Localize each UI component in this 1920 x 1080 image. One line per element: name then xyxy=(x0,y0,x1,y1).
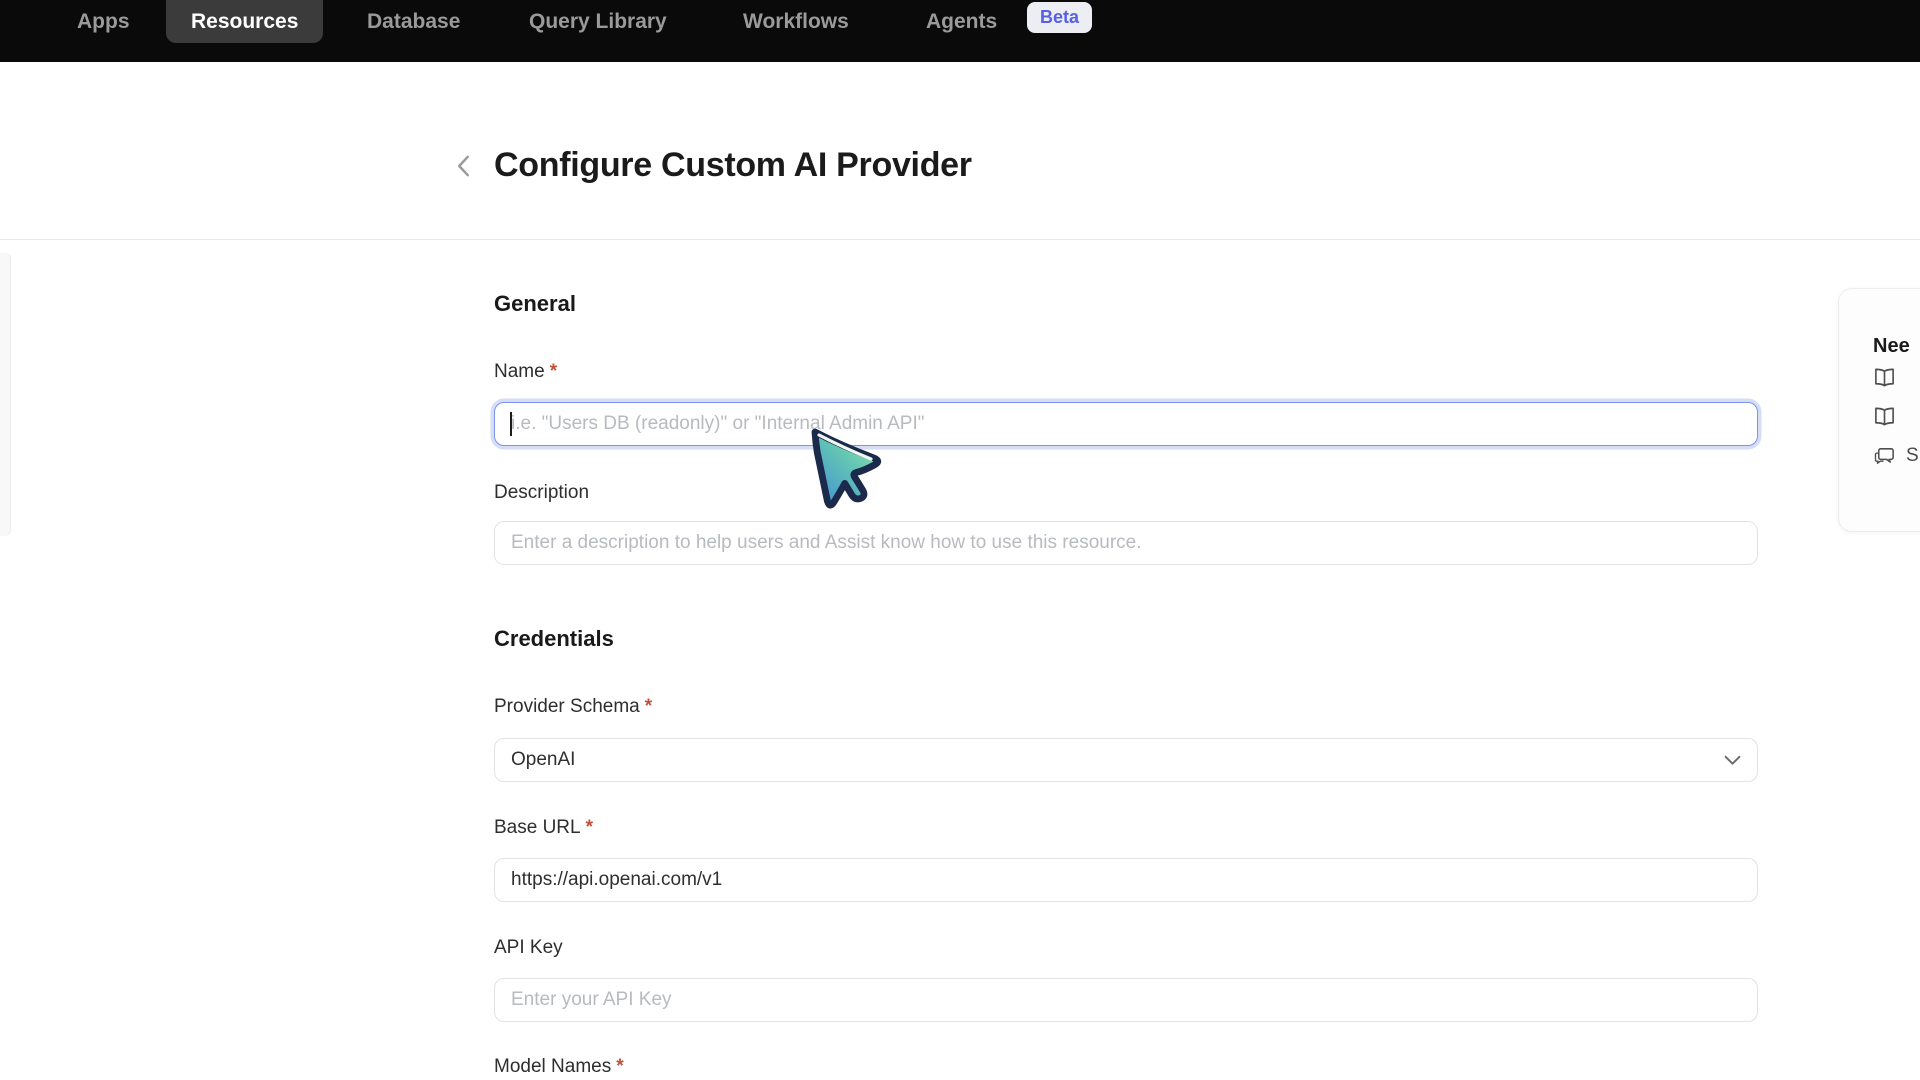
chevron-down-icon xyxy=(1724,755,1741,766)
page-title: Configure Custom AI Provider xyxy=(494,146,972,185)
model-names-field-label: Model Names* xyxy=(494,1056,624,1078)
beta-badge: Beta xyxy=(1027,2,1092,33)
base-url-field-label: Base URL* xyxy=(494,817,593,839)
name-label-text: Name xyxy=(494,361,545,382)
description-label-text: Description xyxy=(494,482,589,503)
help-link-docs-1[interactable] xyxy=(1873,358,1920,397)
name-field-label: Name* xyxy=(494,361,557,383)
nav-tab-workflows[interactable]: Workflows xyxy=(743,0,849,43)
nav-tab-agents[interactable]: Agents xyxy=(926,0,997,43)
help-panel-heading: Nee xyxy=(1873,335,1920,358)
credentials-section-heading: Credentials xyxy=(494,626,614,652)
base-url-input[interactable] xyxy=(494,858,1758,902)
nav-tab-resources[interactable]: Resources xyxy=(166,0,323,43)
help-link-docs-2[interactable] xyxy=(1873,397,1920,436)
book-icon xyxy=(1873,367,1896,389)
description-field-label: Description xyxy=(494,482,589,504)
nav-tab-query-library[interactable]: Query Library xyxy=(529,0,667,43)
required-asterisk: * xyxy=(550,361,557,382)
nav-tab-database[interactable]: Database xyxy=(367,0,460,43)
api-key-field-label: API Key xyxy=(494,937,563,959)
provider-schema-label-text: Provider Schema xyxy=(494,696,640,717)
description-input[interactable] xyxy=(494,521,1758,565)
text-caret xyxy=(510,412,512,436)
general-section-heading: General xyxy=(494,291,576,317)
left-panel-edge xyxy=(0,253,11,536)
back-button[interactable] xyxy=(452,153,474,183)
chevron-left-icon xyxy=(457,155,470,182)
provider-schema-field-label: Provider Schema* xyxy=(494,696,652,718)
nav-tab-apps[interactable]: Apps xyxy=(77,0,130,43)
header-divider xyxy=(0,239,1920,240)
help-link-label: S xyxy=(1906,445,1919,467)
api-key-label-text: API Key xyxy=(494,937,563,958)
required-asterisk: * xyxy=(586,817,593,838)
api-key-input[interactable] xyxy=(494,978,1758,1022)
base-url-label-text: Base URL xyxy=(494,817,581,838)
provider-schema-selected-value: OpenAI xyxy=(511,749,575,771)
name-input[interactable] xyxy=(494,402,1758,446)
top-navigation-bar: Apps Resources Database Query Library Wo… xyxy=(0,0,1920,62)
chat-icon xyxy=(1873,445,1896,467)
model-names-label-text: Model Names xyxy=(494,1056,611,1077)
help-panel: Nee S xyxy=(1838,288,1920,532)
configure-custom-ai-provider-page: Apps Resources Database Query Library Wo… xyxy=(0,0,1920,1080)
help-link-support-chat[interactable]: S xyxy=(1873,436,1920,475)
required-asterisk: * xyxy=(645,696,652,717)
book-icon xyxy=(1873,406,1896,428)
required-asterisk: * xyxy=(616,1056,623,1077)
provider-schema-select[interactable]: OpenAI xyxy=(494,738,1758,782)
